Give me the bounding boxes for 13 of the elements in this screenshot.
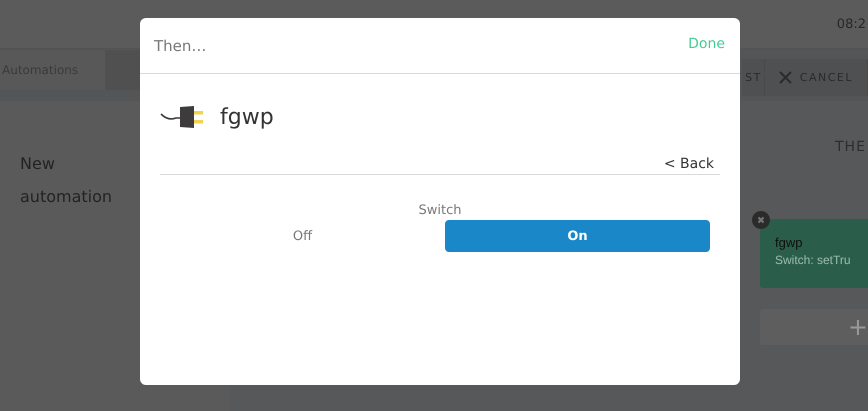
dialog-title: Then…: [154, 36, 206, 54]
add-button[interactable]: +: [760, 309, 868, 345]
back-link[interactable]: < Back: [664, 156, 720, 172]
done-button[interactable]: Done: [688, 36, 725, 52]
automation-title: New automation: [20, 153, 114, 208]
action-card[interactable]: fgwp Switch: setTru: [760, 219, 868, 288]
card-device: fgwp: [775, 235, 804, 250]
remove-icon[interactable]: [752, 211, 770, 229]
switch-option[interactable]: On: [445, 220, 710, 252]
close-icon: [778, 71, 792, 84]
device-name: fgwp: [220, 104, 274, 130]
card-detail: Switch: setTru: [775, 253, 852, 267]
switch-label: Switch: [418, 203, 462, 218]
